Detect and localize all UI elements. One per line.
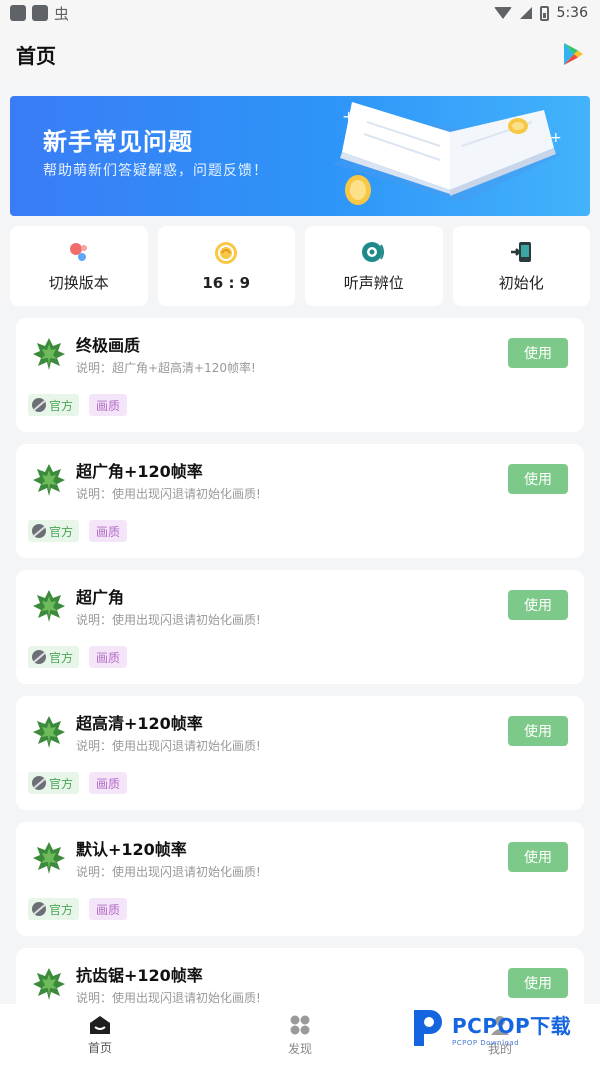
- official-tag-label: 官方: [49, 650, 74, 665]
- quality-tag: 画质: [89, 772, 128, 794]
- watermark-sub: PCPOP Download: [452, 1038, 520, 1047]
- official-badge-icon: [32, 398, 46, 412]
- ratio-icon: [215, 242, 238, 264]
- status-left: 虫: [10, 3, 69, 24]
- notification-icon: [10, 5, 26, 21]
- card-description: 说明：使用出现闪退请初始化画质!: [76, 487, 261, 501]
- open-book-icon: + +: [332, 102, 562, 205]
- nav-label: 发现: [287, 1041, 312, 1056]
- official-badge-icon: [32, 650, 46, 664]
- bug-icon: 虫: [54, 4, 70, 23]
- banner-subtitle: 帮助萌新们答疑解惑，问题反馈！: [43, 163, 268, 179]
- watermark: PCPOP下载 PCPOP Download: [408, 1004, 598, 1052]
- card-title: 超高清+120帧率: [76, 714, 203, 733]
- home-icon: [90, 1015, 110, 1034]
- tool-switch-version[interactable]: 切换版本: [10, 226, 148, 306]
- sound-locate-icon: [361, 241, 384, 262]
- official-tag: 官方: [28, 394, 80, 416]
- tool-sound-locate[interactable]: 听声辨位: [305, 226, 443, 306]
- banner-title: 新手常见问题: [43, 128, 193, 156]
- official-tag-label: 官方: [49, 524, 74, 539]
- leaf-icon: [33, 716, 65, 748]
- card-tags: 官方 画质: [28, 898, 128, 920]
- card-description: 说明：使用出现闪退请初始化画质!: [76, 613, 261, 627]
- card-title: 默认+120帧率: [76, 840, 187, 859]
- official-tag-label: 官方: [49, 902, 74, 917]
- leaf-icon: [33, 842, 65, 874]
- tool-label: 16 : 9: [202, 274, 251, 292]
- page-title: 首页: [16, 43, 56, 68]
- preset-card: 超高清+120帧率 说明：使用出现闪退请初始化画质! 使用 官方 画质: [16, 696, 584, 810]
- leaf-icon: [33, 968, 65, 1000]
- card-tags: 官方 画质: [28, 646, 128, 668]
- quality-tag: 画质: [89, 394, 128, 416]
- play-store-icon[interactable]: [562, 42, 584, 66]
- official-tag-label: 官方: [49, 398, 74, 413]
- use-button[interactable]: 使用: [508, 464, 568, 494]
- official-badge-icon: [32, 902, 46, 916]
- official-tag-label: 官方: [49, 776, 74, 791]
- official-badge-icon: [32, 776, 46, 790]
- official-tag: 官方: [28, 772, 80, 794]
- card-description: 说明：超广角+超高清+120帧率!: [76, 361, 256, 375]
- official-tag: 官方: [28, 646, 80, 668]
- signal-icon: [519, 7, 532, 19]
- tool-ratio[interactable]: 16 : 9: [157, 226, 295, 306]
- preset-card: 超广角 说明：使用出现闪退请初始化画质! 使用 官方 画质: [16, 570, 584, 684]
- preset-card: 默认+120帧率 说明：使用出现闪退请初始化画质! 使用 官方 画质: [16, 822, 584, 936]
- battery-icon: [539, 5, 549, 21]
- quality-tag: 画质: [89, 520, 128, 542]
- pcpop-logo-icon: [414, 1010, 442, 1046]
- app-header: 首页: [0, 26, 600, 82]
- use-button[interactable]: 使用: [508, 716, 568, 746]
- use-button[interactable]: 使用: [508, 842, 568, 872]
- tool-label: 听声辨位: [343, 273, 404, 292]
- status-time: 5:36: [556, 5, 588, 21]
- official-tag: 官方: [28, 898, 80, 920]
- quality-tag: 画质: [89, 646, 128, 668]
- tool-label: 切换版本: [48, 273, 109, 292]
- wifi-icon: [493, 7, 512, 19]
- notification-icon: [32, 5, 48, 21]
- preset-card: 超广角+120帧率 说明：使用出现闪退请初始化画质! 使用 官方 画质: [16, 444, 584, 558]
- card-title: 超广角: [76, 588, 125, 607]
- card-title: 超广角+120帧率: [76, 462, 203, 481]
- status-bar: 虫 5:36: [0, 0, 600, 26]
- use-button[interactable]: 使用: [508, 968, 568, 998]
- card-description: 说明：使用出现闪退请初始化画质!: [76, 739, 261, 753]
- leaf-icon: [33, 590, 65, 622]
- card-tags: 官方 画质: [28, 394, 128, 416]
- tool-label: 初始化: [498, 273, 544, 292]
- watermark-text: PCPOP下载 PCPOP Download: [452, 1010, 571, 1047]
- use-button[interactable]: 使用: [508, 590, 568, 620]
- status-right: 5:36: [493, 5, 588, 21]
- leaf-icon: [33, 464, 65, 496]
- nav-discover[interactable]: 发现: [200, 1004, 400, 1066]
- card-description: 说明：使用出现闪退请初始化画质!: [76, 865, 261, 879]
- quick-tools: 切换版本 16 : 9 听声辨位 初始化: [10, 226, 590, 306]
- faq-banner[interactable]: 新手常见问题 帮助萌新们答疑解惑，问题反馈！ + +: [10, 96, 590, 216]
- card-tags: 官方 画质: [28, 772, 128, 794]
- quality-tag: 画质: [89, 898, 128, 920]
- official-badge-icon: [32, 524, 46, 538]
- card-title: 抗齿锯+120帧率: [76, 966, 203, 985]
- nav-home[interactable]: 首页: [0, 1004, 200, 1066]
- use-button[interactable]: 使用: [508, 338, 568, 368]
- card-title: 终极画质: [76, 336, 141, 355]
- watermark-brand: PCPOP下载: [452, 1013, 572, 1038]
- preset-card: 终极画质 说明：超广角+超高清+120帧率! 使用 官方 画质: [16, 318, 584, 432]
- switch-version-icon: [69, 242, 87, 261]
- reset-icon: [511, 241, 532, 262]
- tool-reset[interactable]: 初始化: [452, 226, 590, 306]
- nav-label: 首页: [87, 1040, 112, 1055]
- card-tags: 官方 画质: [28, 520, 128, 542]
- official-tag: 官方: [28, 520, 80, 542]
- leaf-icon: [33, 338, 65, 370]
- discover-icon: [290, 1015, 310, 1034]
